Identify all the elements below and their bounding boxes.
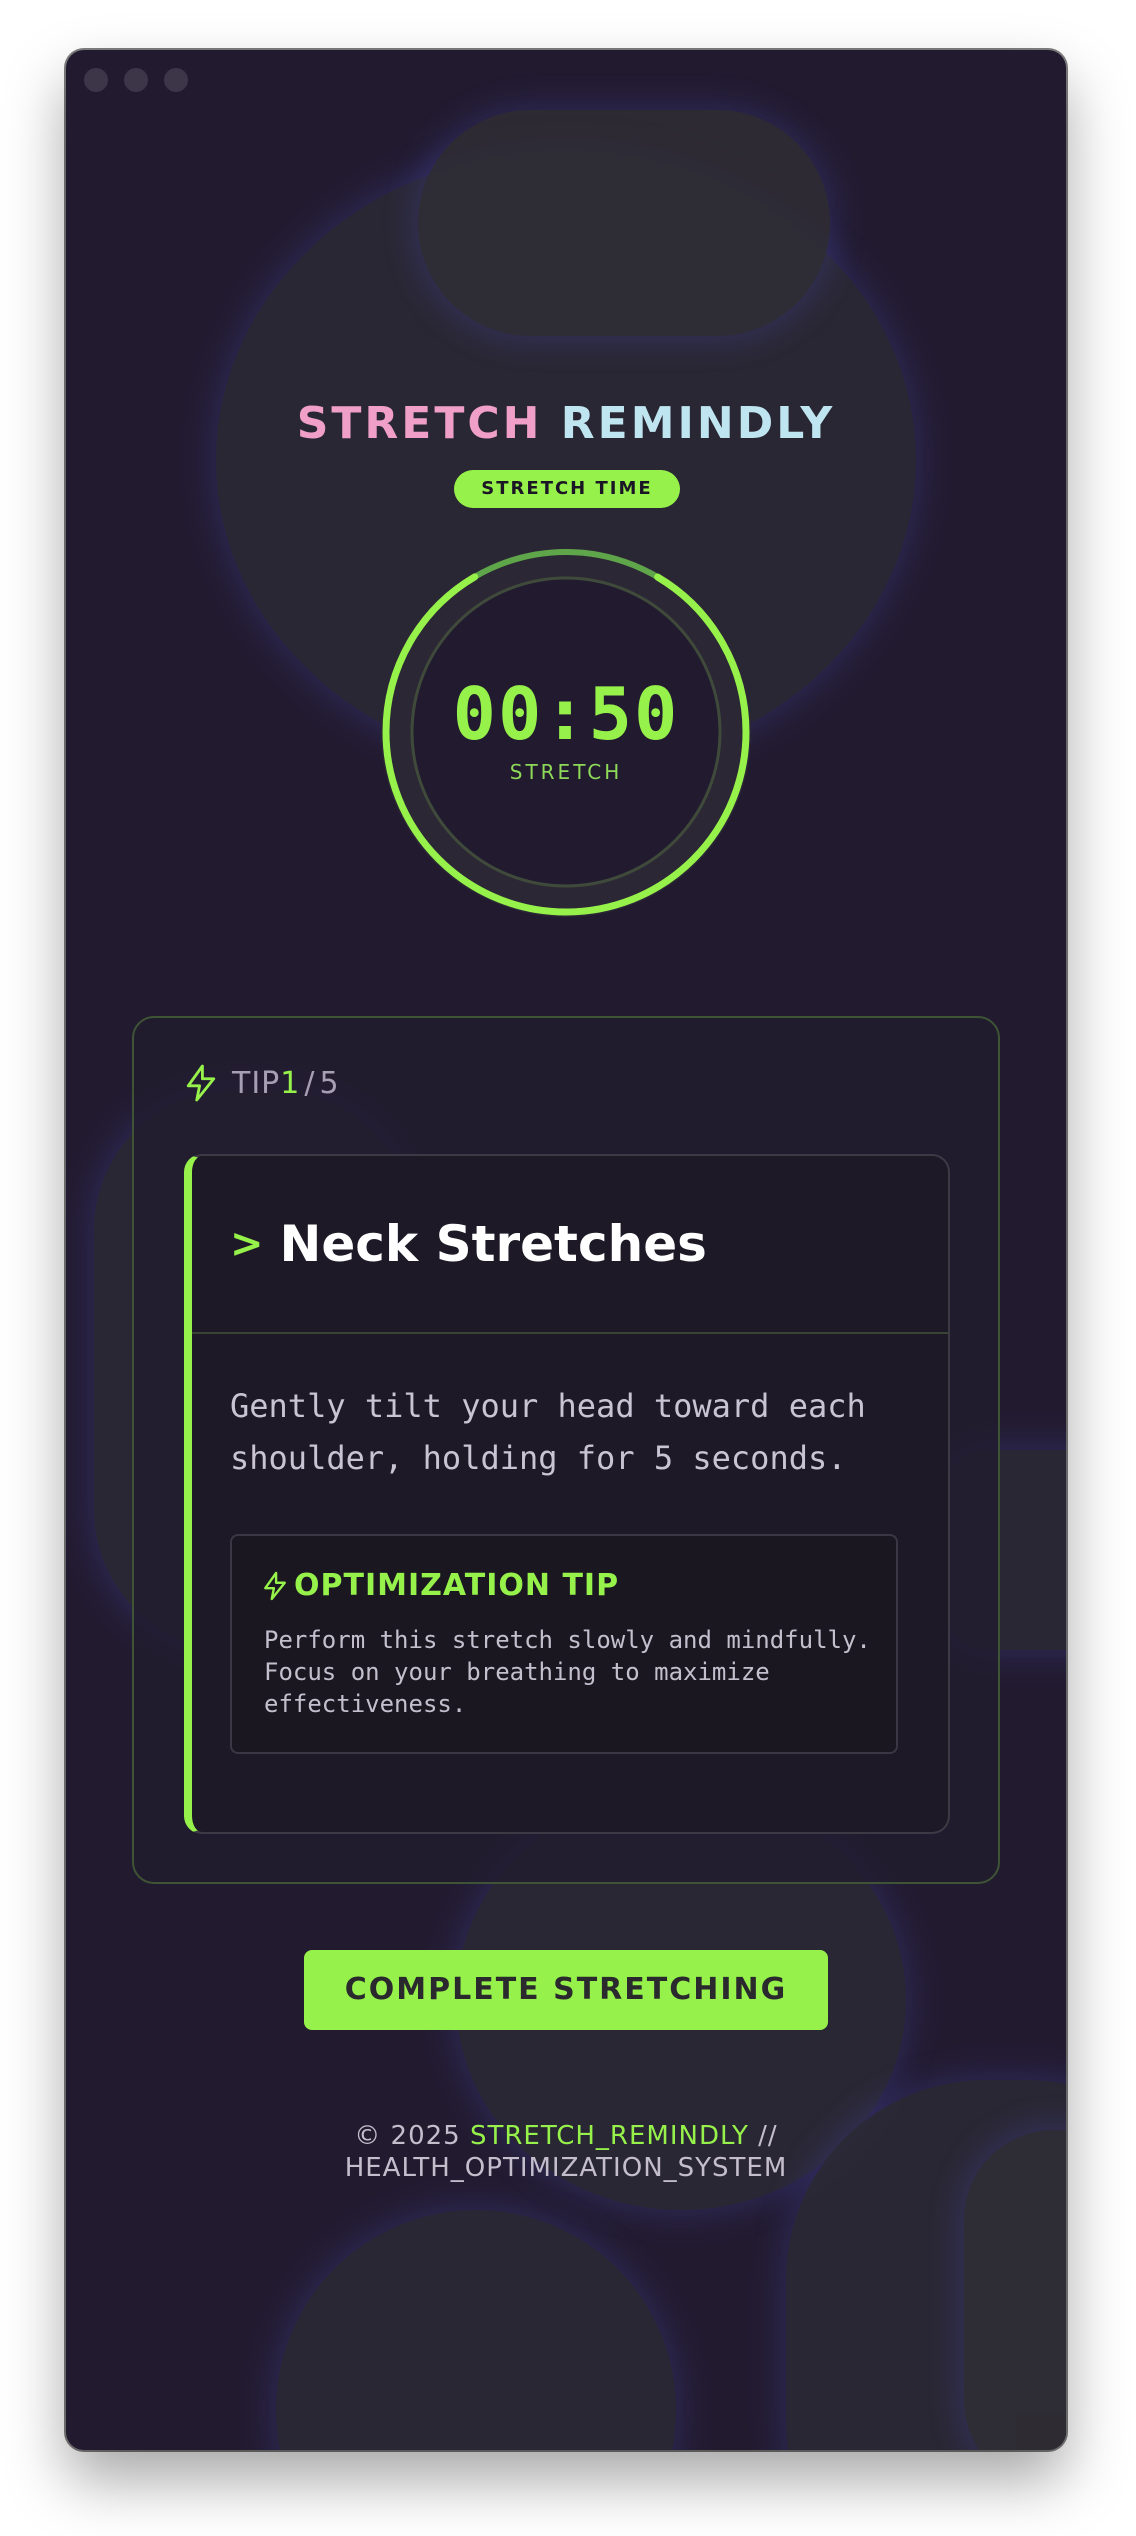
optimization-tip-heading: OPTIMIZATION TIP [262,1568,619,1603]
lightning-bolt-icon [262,1571,288,1601]
tip-current: 1 [280,1065,301,1101]
timer-label: STRETCH [509,760,623,784]
optimization-tip-text: Perform this stretch slowly and mindfull… [264,1626,871,1718]
background-shape [276,2210,676,2450]
tip-prefix: TIP [232,1065,281,1101]
optimization-tip-heading-text: OPTIMIZATION TIP [294,1568,620,1603]
timer-display: 00:50 [452,672,680,756]
tip-title: Neck Stretches [279,1215,707,1273]
lightning-bolt-icon [184,1064,218,1102]
background-shape [418,110,830,336]
app-window: STRETCH REMINDLY STRETCH TIME 00:50 STRE… [66,50,1066,2450]
footer: © 2025 STRETCH_REMINDLY // HEALTH_OPTIMI… [66,2120,1066,2184]
tip-counter: TIP1/5 [184,1064,340,1102]
tip-total: 5 [319,1065,340,1101]
optimization-tip-box: OPTIMIZATION TIP Perform this stretch sl… [230,1534,898,1754]
window-controls [84,68,188,92]
app-title-part1: STRETCH [296,398,543,449]
window-maximize-button[interactable] [164,68,188,92]
tip-card: TIP1/5 > Neck Stretches Gently tilt your… [132,1016,1000,1884]
chevron-right-icon: > [230,1221,264,1267]
footer-copyright: © 2025 [354,2121,461,2151]
mode-badge: STRETCH TIME [454,470,680,508]
app-title: STRETCH REMINDLY [66,398,1066,449]
tip-header: > Neck Stretches [192,1156,948,1334]
tip-separator: / [304,1065,316,1101]
tip-description: Gently tilt your head toward each should… [230,1387,866,1477]
timer-ring: 00:50 STRETCH [376,542,756,922]
app-title-part2: REMINDLY [560,398,836,449]
footer-suffix: // [758,2121,778,2151]
tip-content-panel: > Neck Stretches Gently tilt your head t… [184,1154,950,1834]
window-close-button[interactable] [84,68,108,92]
window-minimize-button[interactable] [124,68,148,92]
complete-stretching-button[interactable]: COMPLETE STRETCHING [304,1950,828,2030]
footer-system-name: HEALTH_OPTIMIZATION_SYSTEM [344,2153,788,2183]
footer-brand: STRETCH_REMINDLY [469,2121,749,2151]
